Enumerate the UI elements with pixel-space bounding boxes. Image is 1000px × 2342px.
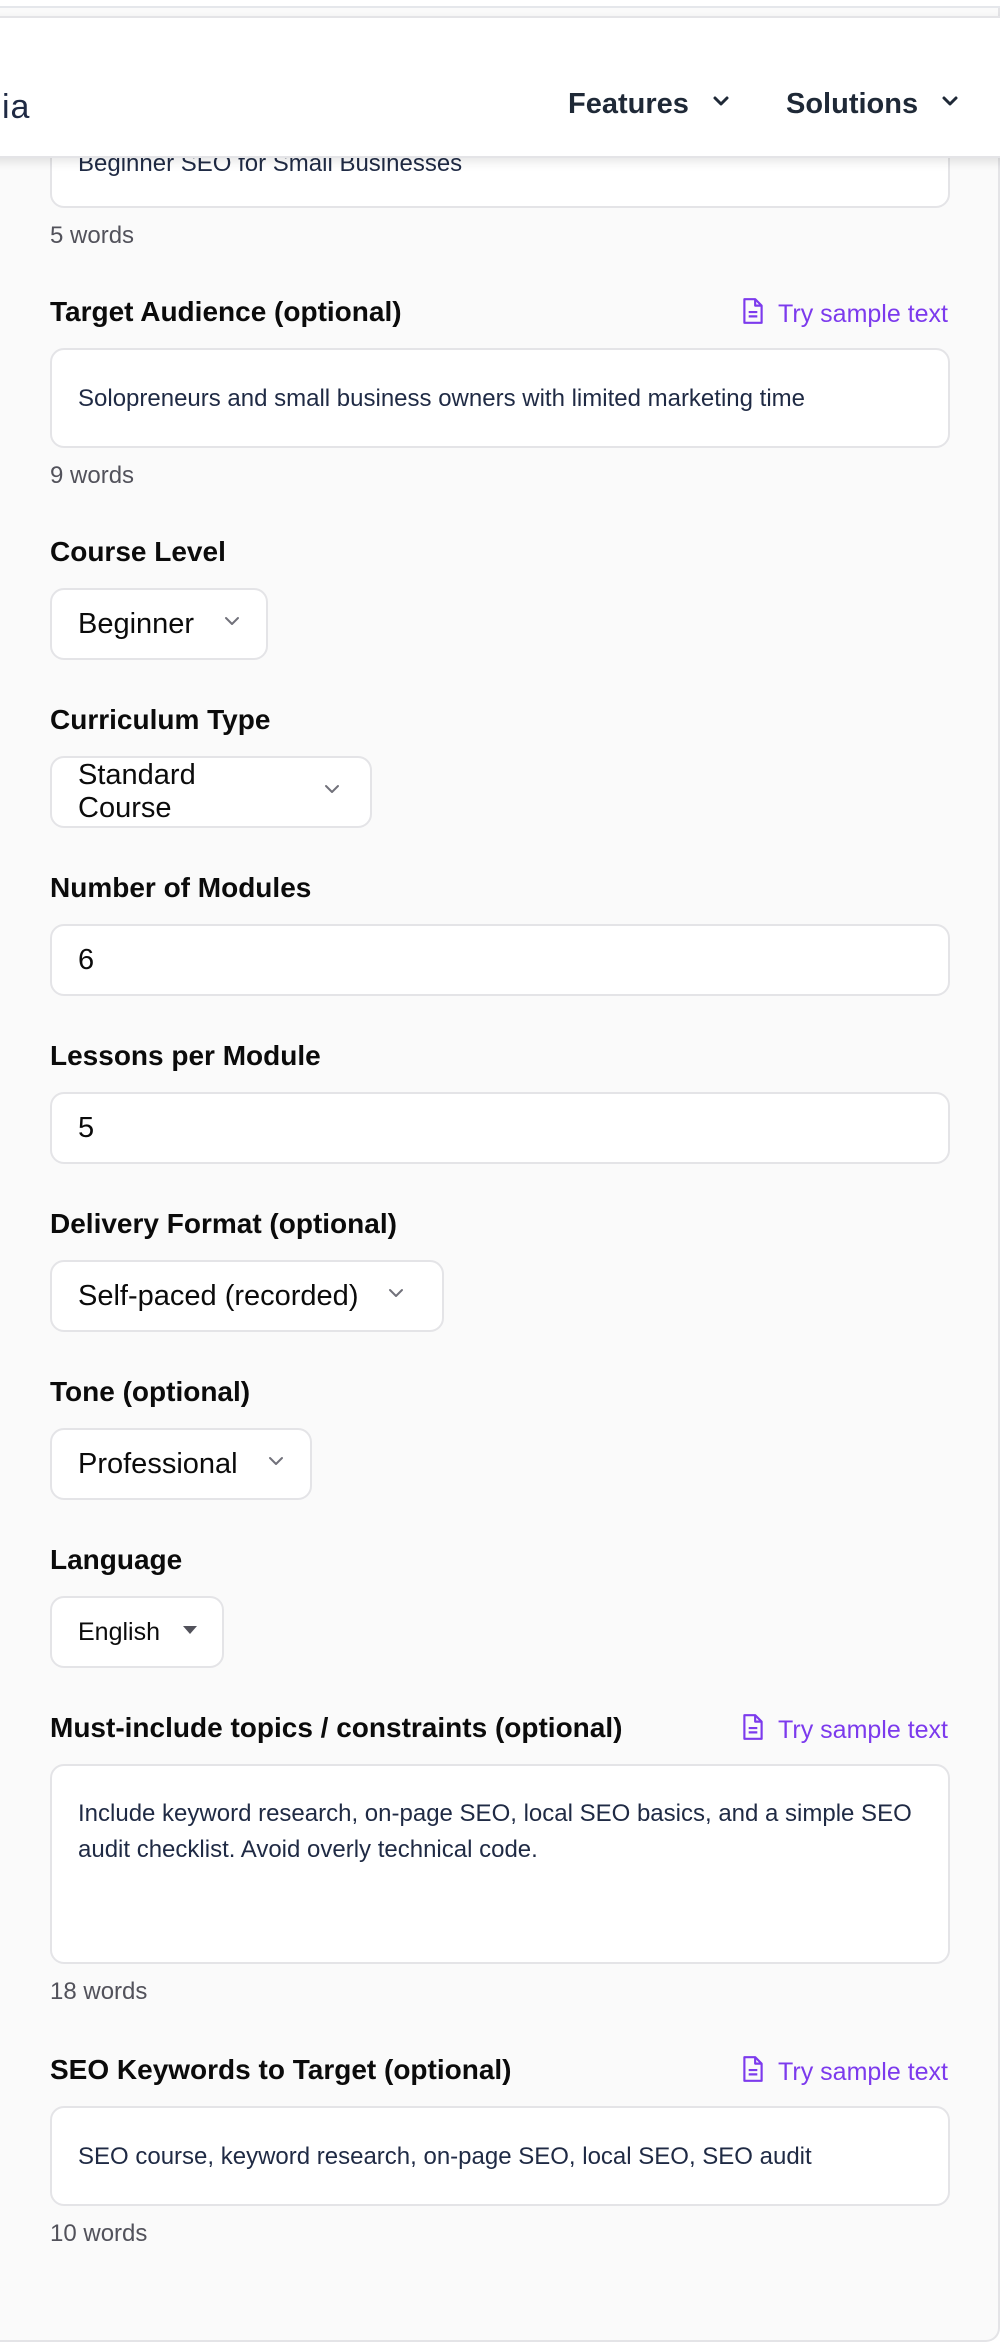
delivery-format-value: Self-paced (recorded) <box>78 1279 359 1312</box>
must-include-label: Must-include topics / constraints (optio… <box>50 1712 623 1743</box>
nav-item-label: Features <box>568 88 689 120</box>
language-label: Language <box>50 1544 183 1575</box>
target-audience-sample-link[interactable]: Try sample text <box>740 297 948 332</box>
lessons-per-module-label: Lessons per Module <box>50 1040 321 1071</box>
seo-keywords-word-count: 10 words <box>50 2220 148 2247</box>
sample-link-label: Try sample text <box>778 300 948 328</box>
course-level-value: Beginner <box>78 607 195 640</box>
document-icon <box>740 2055 766 2090</box>
nav-item-solutions[interactable]: Solutions <box>786 88 962 121</box>
must-include-textarea[interactable]: Include keyword research, on-page SEO, l… <box>50 1764 950 1964</box>
logo[interactable]: ia <box>2 88 30 127</box>
chevron-down-icon <box>320 776 344 809</box>
must-include-value: Include keyword research, on-page SEO, l… <box>78 1800 912 1863</box>
tone-value: Professional <box>78 1447 238 1480</box>
delivery-format-select[interactable]: Self-paced (recorded) <box>50 1260 444 1332</box>
number-of-modules-label: Number of Modules <box>50 872 312 903</box>
delivery-format-label: Delivery Format (optional) <box>50 1208 397 1239</box>
curriculum-type-value: Standard Course <box>78 759 196 824</box>
seo-keywords-value: SEO course, keyword research, on-page SE… <box>78 2143 812 2170</box>
tone-select[interactable]: Professional <box>50 1428 312 1500</box>
caret-down-icon <box>178 1617 202 1648</box>
lessons-per-module-value: 5 <box>78 1111 95 1144</box>
number-of-modules-input[interactable]: 6 <box>50 924 950 996</box>
target-audience-label: Target Audience (optional) <box>50 296 402 327</box>
seo-keywords-label: SEO Keywords to Target (optional) <box>50 2054 512 2085</box>
nav-item-features[interactable]: Features <box>568 88 733 121</box>
top-edge <box>0 0 1000 8</box>
target-audience-input[interactable]: Solopreneurs and small business owners w… <box>50 348 950 448</box>
target-audience-word-count: 9 words <box>50 462 135 489</box>
curriculum-type-label: Curriculum Type <box>50 704 271 735</box>
lessons-per-module-input[interactable]: 5 <box>50 1092 950 1164</box>
course-title-word-count: 5 words <box>50 222 135 249</box>
must-include-sample-link[interactable]: Try sample text <box>740 1713 948 1748</box>
form-panel: Beginner SEO for Small Businesses 5 word… <box>0 0 1000 2342</box>
language-value: English <box>78 1617 160 1646</box>
top-navigation: ia Features Solutions <box>0 16 1000 158</box>
chevron-down-icon <box>938 88 962 121</box>
sample-link-label: Try sample text <box>778 1716 948 1744</box>
document-icon <box>740 297 766 332</box>
course-level-label: Course Level <box>50 536 226 567</box>
number-of-modules-value: 6 <box>78 943 95 976</box>
chevron-down-icon <box>220 608 244 641</box>
seo-keywords-sample-link[interactable]: Try sample text <box>740 2055 948 2090</box>
target-audience-value: Solopreneurs and small business owners w… <box>78 385 805 412</box>
tone-label: Tone (optional) <box>50 1376 251 1407</box>
document-icon <box>740 1713 766 1748</box>
must-include-word-count: 18 words <box>50 1978 148 2005</box>
sample-link-label: Try sample text <box>778 2058 948 2086</box>
chevron-down-icon <box>264 1448 288 1481</box>
chevron-down-icon <box>709 88 733 121</box>
seo-keywords-input[interactable]: SEO course, keyword research, on-page SE… <box>50 2106 950 2206</box>
chevron-down-icon <box>384 1280 408 1313</box>
course-level-select[interactable]: Beginner <box>50 588 268 660</box>
curriculum-type-select[interactable]: Standard Course <box>50 756 372 828</box>
nav-item-label: Solutions <box>786 88 919 120</box>
language-select[interactable]: English <box>50 1596 224 1668</box>
